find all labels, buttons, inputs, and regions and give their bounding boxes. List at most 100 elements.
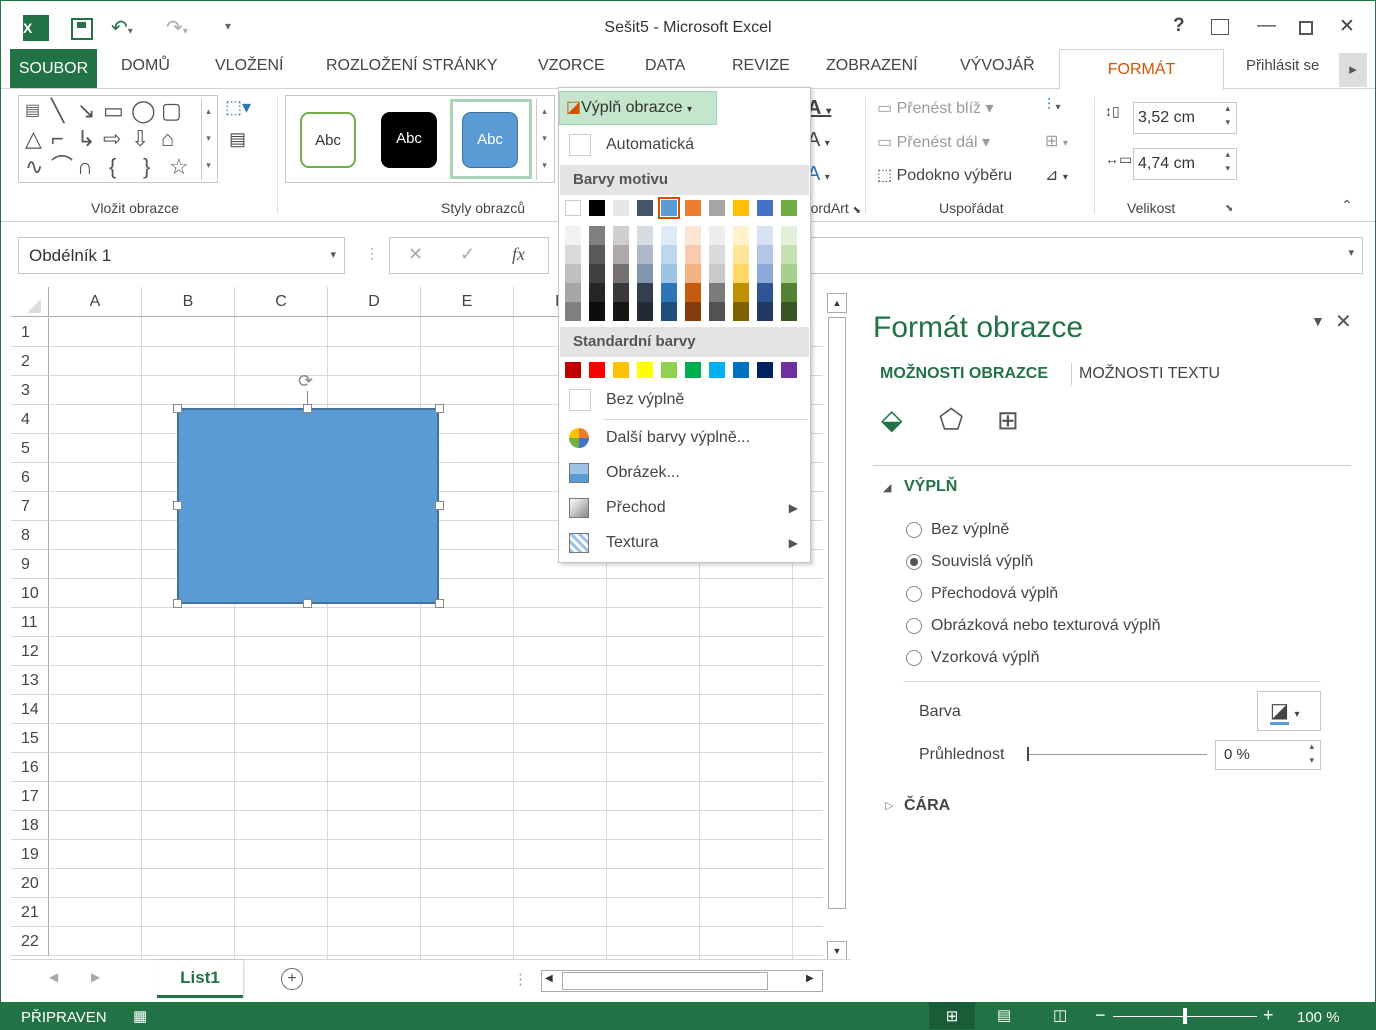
- row-header-11[interactable]: 11: [11, 608, 49, 637]
- size-dialog-launcher-icon[interactable]: ⬊: [1225, 203, 1233, 214]
- right-arrow-shape-icon[interactable]: ⇨: [103, 128, 121, 150]
- shape-fill-button[interactable]: ◪Výplň obrazce ▾: [559, 91, 717, 125]
- theme-shade-swatch[interactable]: [781, 264, 797, 283]
- tab-data[interactable]: DATA: [645, 57, 685, 75]
- tab-revize[interactable]: REVIZE: [732, 57, 790, 75]
- brace-right-shape-icon[interactable]: }: [143, 156, 150, 178]
- theme-shade-swatch[interactable]: [613, 226, 629, 245]
- theme-shade-swatch[interactable]: [613, 245, 629, 264]
- zoom-slider-thumb[interactable]: [1183, 1008, 1187, 1024]
- styles-scroll[interactable]: ▴ ▾ ▾: [536, 98, 552, 180]
- theme-shade-swatch[interactable]: [757, 264, 773, 283]
- theme-color-swatch[interactable]: [685, 200, 701, 216]
- theme-shade-swatch[interactable]: [589, 245, 605, 264]
- theme-shade-swatch[interactable]: [637, 264, 653, 283]
- theme-shade-swatch[interactable]: [661, 264, 677, 283]
- zoom-level[interactable]: 100 %: [1297, 1009, 1340, 1026]
- triangle-shape-icon[interactable]: △: [25, 128, 42, 150]
- star-shape-icon[interactable]: ☆: [169, 156, 189, 178]
- curve-shape-icon[interactable]: ∩: [77, 156, 93, 178]
- resize-handle[interactable]: [173, 404, 182, 413]
- standard-color-swatch[interactable]: [589, 362, 605, 378]
- standard-color-swatch[interactable]: [733, 362, 749, 378]
- theme-color-swatch[interactable]: [757, 200, 773, 216]
- theme-shade-swatch[interactable]: [733, 226, 749, 245]
- gallery-scroll[interactable]: ▴ ▾ ▾: [201, 98, 215, 180]
- standard-color-swatch[interactable]: [781, 362, 797, 378]
- column-header-b[interactable]: B: [142, 287, 235, 317]
- theme-shade-swatch[interactable]: [733, 302, 749, 321]
- row-header-3[interactable]: 3: [11, 376, 49, 405]
- tab-text-options[interactable]: MOŽNOSTI TEXTU: [1079, 365, 1220, 383]
- theme-shade-swatch[interactable]: [589, 283, 605, 302]
- theme-shade-swatch[interactable]: [685, 226, 701, 245]
- theme-shade-swatch[interactable]: [685, 264, 701, 283]
- connector-shape-icon[interactable]: ⌐: [51, 128, 64, 150]
- theme-color-swatch[interactable]: [589, 200, 605, 216]
- standard-color-swatch[interactable]: [757, 362, 773, 378]
- column-header-a[interactable]: A: [49, 287, 142, 317]
- line-section-header[interactable]: ČÁRA: [904, 797, 950, 815]
- resize-handle[interactable]: [303, 404, 312, 413]
- resize-handle[interactable]: [173, 501, 182, 510]
- tab-zobrazeni[interactable]: ZOBRAZENÍ: [826, 57, 918, 75]
- theme-shade-swatch[interactable]: [637, 283, 653, 302]
- hscroll-thumb[interactable]: [562, 972, 768, 990]
- select-all-corner[interactable]: [11, 287, 49, 317]
- standard-color-swatch[interactable]: [637, 362, 653, 378]
- theme-shade-swatch[interactable]: [637, 245, 653, 264]
- scroll-right-icon[interactable]: ▶: [806, 973, 814, 984]
- arrow-shape-icon[interactable]: ↘: [77, 100, 95, 122]
- row-header-8[interactable]: 8: [11, 521, 49, 550]
- next-sheet-icon[interactable]: ▶: [91, 970, 100, 984]
- menu-gradient[interactable]: Přechod ▶: [559, 491, 810, 525]
- formula-input[interactable]: ▾: [809, 237, 1363, 274]
- transparency-slider[interactable]: [1027, 747, 1207, 761]
- row-header-17[interactable]: 17: [11, 782, 49, 811]
- row-header-18[interactable]: 18: [11, 811, 49, 840]
- menu-automatic[interactable]: Automatická: [559, 128, 810, 162]
- row-header-16[interactable]: 16: [11, 753, 49, 782]
- tab-vyvojar[interactable]: VÝVOJÁŘ: [960, 57, 1035, 75]
- close-icon[interactable]: ✕: [1339, 15, 1355, 38]
- theme-shade-swatch[interactable]: [781, 226, 797, 245]
- row-header-21[interactable]: 21: [11, 898, 49, 927]
- arc-shape-icon[interactable]: ⌒: [51, 156, 73, 178]
- theme-color-swatch[interactable]: [658, 197, 680, 219]
- theme-shade-swatch[interactable]: [709, 245, 725, 264]
- theme-shade-swatch[interactable]: [757, 283, 773, 302]
- resize-handle[interactable]: [435, 599, 444, 608]
- width-spinner[interactable]: 4,74 cm ▴ ▾: [1133, 148, 1237, 180]
- color-picker-button[interactable]: ◪ ▾: [1257, 691, 1321, 731]
- size-properties-icon[interactable]: ⊞: [997, 405, 1019, 436]
- pane-options-icon[interactable]: ▼: [1311, 313, 1325, 329]
- oval-shape-icon[interactable]: ◯: [131, 100, 156, 122]
- row-header-1[interactable]: 1: [11, 318, 49, 347]
- pane-close-icon[interactable]: ✕: [1335, 309, 1352, 334]
- theme-shade-swatch[interactable]: [781, 245, 797, 264]
- theme-shade-swatch[interactable]: [589, 302, 605, 321]
- shape-styles-gallery[interactable]: Abc Abc Abc ▴ ▾ ▾: [285, 95, 555, 183]
- tab-vzorce[interactable]: VZORCE: [538, 57, 605, 75]
- row-header-20[interactable]: 20: [11, 869, 49, 898]
- transparency-slider-thumb[interactable]: [1027, 747, 1029, 761]
- theme-shade-swatch[interactable]: [709, 302, 725, 321]
- column-header-d[interactable]: D: [328, 287, 421, 317]
- row-header-7[interactable]: 7: [11, 492, 49, 521]
- ribbon-display-icon[interactable]: [1211, 19, 1229, 35]
- selected-rectangle-shape[interactable]: [177, 408, 439, 604]
- theme-shade-swatch[interactable]: [565, 245, 581, 264]
- standard-color-swatch[interactable]: [613, 362, 629, 378]
- shapes-gallery[interactable]: ▤ ╲ ↘ ▭ ◯ ▢ △ ⌐ ↳ ⇨ ⇩ ⌂ ∿ ⌒ ∩ { } ☆ ▴ ▾ ▾: [18, 95, 218, 183]
- callout-shape-icon[interactable]: ⌂: [161, 128, 174, 150]
- cancel-icon[interactable]: ✕: [408, 244, 423, 265]
- line-section-toggle[interactable]: ▷: [885, 799, 893, 812]
- theme-shade-swatch[interactable]: [613, 302, 629, 321]
- theme-shade-swatch[interactable]: [589, 226, 605, 245]
- vertical-scrollbar[interactable]: ▲ ▼: [825, 291, 849, 961]
- macro-record-icon[interactable]: ▦: [133, 1007, 147, 1025]
- edit-shape-icon[interactable]: ⬚▾: [225, 97, 251, 118]
- theme-shade-swatch[interactable]: [709, 264, 725, 283]
- theme-shade-swatch[interactable]: [637, 302, 653, 321]
- insert-function-icon[interactable]: fx: [512, 244, 525, 265]
